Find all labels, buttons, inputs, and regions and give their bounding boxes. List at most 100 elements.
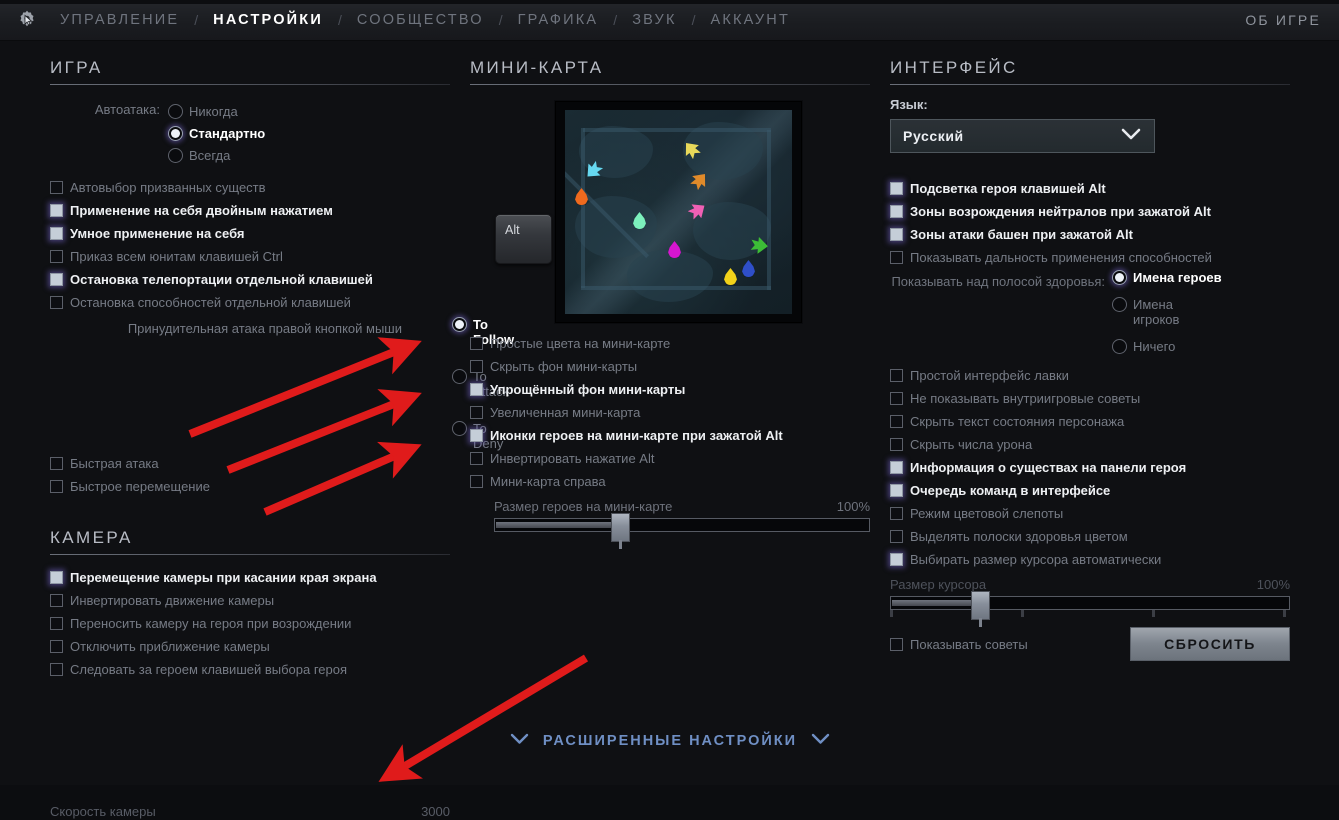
checkbox-simple-minimap-colors[interactable]: Простые цвета на мини-карте — [470, 332, 870, 355]
nav-separator: / — [194, 12, 199, 28]
nav-item-nastroyki[interactable]: НАСТРОЙКИ — [211, 12, 325, 28]
radio-healthbar-hero-names[interactable]: Имена героев — [1112, 270, 1222, 285]
checkbox-color-healthbars[interactable]: Выделять полоски здоровья цветом — [890, 525, 1290, 548]
checkbox-minimap-on-right[interactable]: Мини-карта справа — [470, 470, 870, 493]
section-title-game: ИГРА — [50, 58, 103, 77]
checkbox-indicator — [890, 638, 903, 651]
checkbox-unit-info-hero-panel[interactable]: Информация о существах на панели героя — [890, 456, 1290, 479]
section-divider — [470, 84, 870, 85]
checkbox-label: Увеличенная мини-карта — [490, 405, 641, 420]
checkbox-indicator — [50, 204, 63, 217]
cursor-size-value: 100% — [1256, 577, 1290, 592]
checkbox-indicator — [50, 250, 63, 263]
reset-button[interactable]: СБРОСИТЬ — [1130, 627, 1290, 661]
checkbox-hero-icons-alt[interactable]: Иконки героев на мини-карте при зажатой … — [470, 424, 870, 447]
nav-item-upravlenie[interactable]: УПРАВЛЕНИЕ — [58, 12, 181, 28]
checkbox-stop-teleport-key[interactable]: Остановка телепортации отдельной клавише… — [50, 268, 450, 291]
checkbox-follow-hero-key[interactable]: Следовать за героем клавишей выбора геро… — [50, 658, 450, 681]
checkbox-indicator — [50, 571, 63, 584]
checkbox-indicator — [890, 251, 903, 264]
checkbox-doubletap-self-cast[interactable]: Применение на себя двойным нажатием — [50, 199, 450, 222]
checkbox-label: Приказ всем юнитам клавишей Ctrl — [70, 249, 283, 264]
radio-label: Стандартно — [189, 125, 266, 141]
checkbox-label: Скрыть текст состояния персонажа — [910, 414, 1125, 429]
radio-label: Всегда — [189, 147, 231, 163]
checkbox-label: Зоны возрождения нейтралов при зажатой A… — [910, 204, 1211, 219]
rightclick-force-attack-group: Принудительная атака правой кнопкой мыши… — [50, 317, 514, 452]
checkbox-hero-highlight-alt[interactable]: Подсветка героя клавишей Alt — [890, 177, 1290, 200]
checkbox-autoselect-summons[interactable]: Автовыбор призванных существ — [50, 176, 450, 199]
checkbox-hide-damage-numbers[interactable]: Скрыть числа урона — [890, 433, 1290, 456]
nav-item-grafika[interactable]: ГРАФИКА — [516, 12, 601, 28]
checkbox-indicator — [890, 182, 903, 195]
checkbox-tower-ranges-alt[interactable]: Зоны атаки башен при зажатой Alt — [890, 223, 1290, 246]
minimap-canvas — [565, 110, 792, 314]
minimap-lane — [767, 130, 771, 290]
checkbox-hide-minimap-background[interactable]: Скрыть фон мини-карты — [470, 355, 870, 378]
section-title-camera: КАМЕРА — [50, 528, 133, 547]
healthbar-display-group: Показывать над полосой здоровья: Имена г… — [890, 270, 1290, 354]
autoattack-options: Никогда Стандартно Всегда — [168, 100, 265, 166]
nav-item-soobshchestvo[interactable]: СООБЩЕСТВО — [355, 12, 486, 28]
checkbox-indicator — [890, 461, 903, 474]
radio-indicator — [1112, 270, 1127, 285]
checkbox-auto-cursor-size[interactable]: Выбирать размер курсора автоматически — [890, 548, 1290, 571]
checkbox-label: Выделять полоски здоровья цветом — [910, 529, 1128, 544]
nav-separator: / — [691, 12, 696, 28]
checkbox-quick-move[interactable]: Быстрое перемещение — [50, 475, 450, 498]
checkbox-quick-attack[interactable]: Быстрая атака — [50, 452, 450, 475]
radio-autoattack-standard[interactable]: Стандартно — [168, 122, 265, 144]
radio-healthbar-player-names[interactable]: Имена игроков — [1112, 297, 1187, 327]
checkbox-show-tips[interactable]: Показывать советы — [890, 633, 1028, 656]
nav-item-akkaunt[interactable]: АККАУНТ — [708, 12, 792, 28]
checkbox-indicator — [50, 480, 63, 493]
checkbox-enlarged-minimap[interactable]: Увеличенная мини-карта — [470, 401, 870, 424]
checkbox-hide-ingame-tips[interactable]: Не показывать внутриигровые советы — [890, 387, 1290, 410]
checkbox-camera-on-respawn[interactable]: Переносить камеру на героя при возрожден… — [50, 612, 450, 635]
advanced-settings-toggle[interactable]: РАСШИРЕННЫЕ НАСТРОЙКИ — [470, 733, 870, 749]
checkbox-label: Показывать советы — [910, 637, 1028, 652]
hero-size-slider[interactable] — [494, 513, 870, 549]
hero-size-label: Размер героев на мини-карте — [494, 499, 673, 514]
checkbox-indicator — [50, 594, 63, 607]
checkbox-command-queue-ui[interactable]: Очередь команд в интерфейсе — [890, 479, 1290, 502]
checkbox-edge-pan[interactable]: Перемещение камеры при касании края экра… — [50, 566, 450, 589]
slider-tick — [890, 610, 893, 617]
checkbox-colorblind-mode[interactable]: Режим цветовой слепоты — [890, 502, 1290, 525]
gear-cursor-icon[interactable] — [10, 3, 44, 37]
checkbox-invert-alt[interactable]: Инвертировать нажатие Alt — [470, 447, 870, 470]
checkbox-hide-status-text[interactable]: Скрыть текст состояния персонажа — [890, 410, 1290, 433]
checkbox-disable-camera-zoom[interactable]: Отключить приближение камеры — [50, 635, 450, 658]
radio-indicator — [168, 125, 183, 141]
minimap-lane — [581, 286, 771, 290]
checkbox-label: Инвертировать движение камеры — [70, 593, 275, 608]
checkbox-stop-abilities-key[interactable]: Остановка способностей отдельной клавише… — [50, 291, 450, 314]
cursor-size-label-row: Размер курсора 100% — [890, 577, 1290, 592]
checkbox-indicator — [470, 383, 483, 396]
cursor-size-slider[interactable] — [890, 591, 1290, 627]
checkbox-show-ability-ranges[interactable]: Показывать дальность применения способно… — [890, 246, 1290, 269]
language-select[interactable]: Русский — [890, 119, 1155, 153]
checkbox-smart-self-cast[interactable]: Умное применение на себя — [50, 222, 450, 245]
checkbox-simple-shop-ui[interactable]: Простой интерфейс лавки — [890, 364, 1290, 387]
checkbox-label: Автовыбор призванных существ — [70, 180, 266, 195]
slider-tick — [1283, 610, 1286, 617]
checkbox-label: Иконки героев на мини-карте при зажатой … — [490, 428, 783, 443]
checkbox-ctrl-all-units[interactable]: Приказ всем юнитам клавишей Ctrl — [50, 245, 450, 268]
nav-item-zvuk[interactable]: ЗВУК — [630, 12, 678, 28]
checkbox-indicator — [890, 369, 903, 382]
radio-autoattack-always[interactable]: Всегда — [168, 144, 265, 166]
checkbox-indicator — [50, 663, 63, 676]
slider-knob[interactable] — [611, 513, 631, 549]
checkbox-simplified-minimap-background[interactable]: Упрощённый фон мини-карты — [470, 378, 870, 401]
autoattack-group: Автоатака: Никогда Стандартно Всегда — [50, 96, 450, 166]
radio-indicator — [168, 147, 183, 163]
radio-healthbar-nothing[interactable]: Ничего — [1112, 339, 1175, 354]
nav-item-about-game[interactable]: ОБ ИГРЕ — [1245, 12, 1321, 28]
radio-autoattack-never[interactable]: Никогда — [168, 100, 265, 122]
checkbox-neutral-camps-alt[interactable]: Зоны возрождения нейтралов при зажатой A… — [890, 200, 1290, 223]
checkbox-invert-camera[interactable]: Инвертировать движение камеры — [50, 589, 450, 612]
reset-row: Показывать советы СБРОСИТЬ — [890, 627, 1290, 665]
checkbox-indicator — [50, 273, 63, 286]
cursor-size-slider-group: Размер курсора 100% — [890, 571, 1290, 627]
